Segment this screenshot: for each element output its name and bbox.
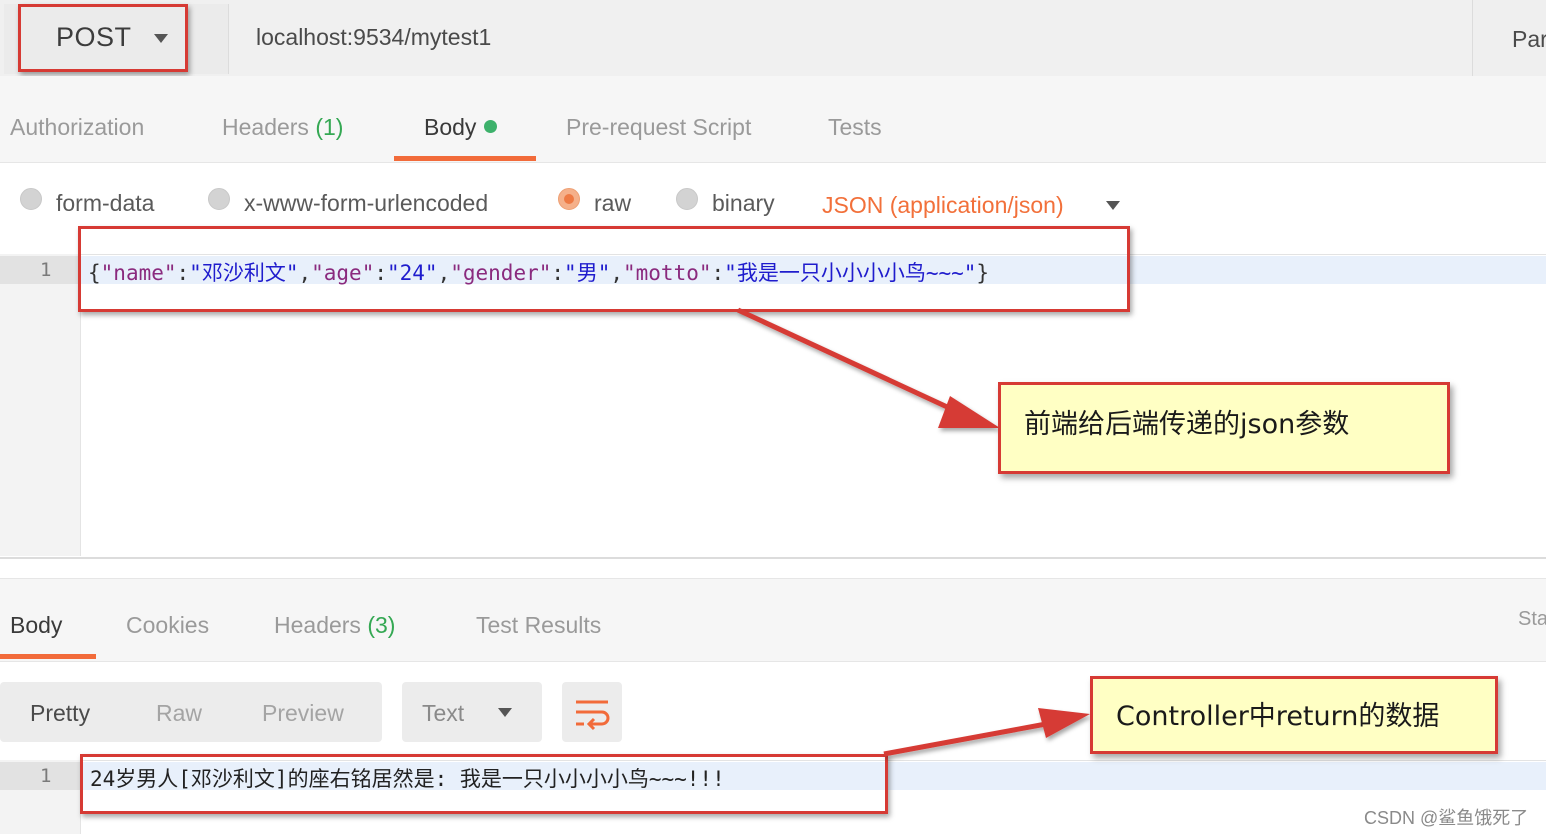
response-callout-text: Controller中return的数据 <box>1116 701 1440 732</box>
arrow-to-request-json <box>736 307 1000 428</box>
request-callout-text: 前端给后端传递的json参数 <box>1024 409 1350 440</box>
arrow-to-response-text <box>883 708 1090 757</box>
watermark: CSDN @鲨鱼饿死了 <box>1364 808 1529 828</box>
